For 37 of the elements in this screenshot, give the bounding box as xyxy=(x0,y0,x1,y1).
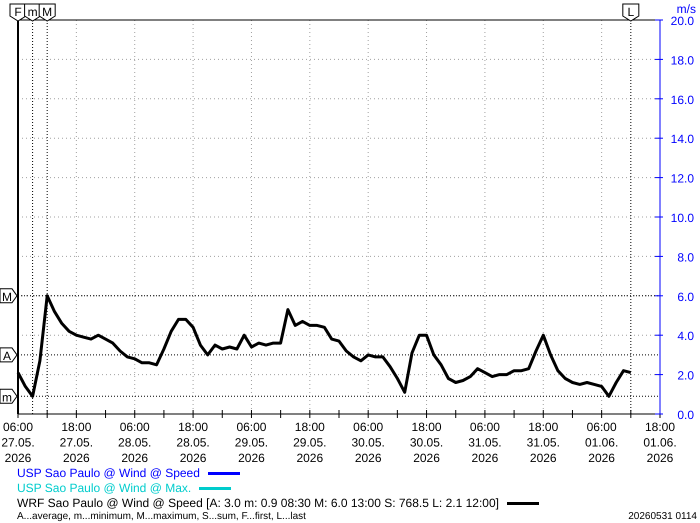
x-tick-label: 18:00 01.06. 2026 xyxy=(643,420,677,465)
x-tick-label: 18:00 30.05. 2026 xyxy=(410,420,444,465)
x-tick-label: 06:00 30.05. 2026 xyxy=(352,420,385,465)
x-tick-label: 18:00 31.05. 2026 xyxy=(526,420,560,465)
y-tick-label: 8.0 xyxy=(677,250,694,264)
y-tick-label: 6.0 xyxy=(677,290,694,304)
y-tick-label: 18.0 xyxy=(670,53,694,68)
x-tick-label: 18:00 27.05. 2026 xyxy=(60,420,94,465)
y-tick-label: 2.0 xyxy=(677,368,694,383)
x-tick-label: 06:00 01.06. 2026 xyxy=(584,420,618,465)
annotation: m xyxy=(2,390,12,404)
x-tick-label: 06:00 31.05. 2026 xyxy=(468,420,502,465)
x-tick-label: 18:00 28.05. 2026 xyxy=(176,420,210,465)
y-tick-label: 10.0 xyxy=(670,211,694,225)
marker-flag: A xyxy=(0,347,18,363)
marker-flag: m xyxy=(0,388,18,404)
annotation: A xyxy=(2,348,12,363)
y-tick-label: 14.0 xyxy=(670,132,694,146)
legend-label: USP Sao Paulo @ Wind @ Speed xyxy=(17,466,200,481)
marker-flag: M xyxy=(0,288,18,304)
annotation: M xyxy=(2,290,12,304)
marker-flag: L xyxy=(622,4,640,22)
legend-label: USP Sao Paulo @ Wind @ Max. xyxy=(17,481,192,496)
y-tick-label: 0.0 xyxy=(677,408,694,422)
x-tick-label: 06:00 28.05. 2026 xyxy=(118,420,152,465)
y-tick-label: 16.0 xyxy=(670,92,694,107)
x-tick-label: 06:00 29.05. 2026 xyxy=(234,420,268,465)
unit-label: m/s xyxy=(676,2,696,16)
marker-flag: M xyxy=(38,4,56,22)
x-tick-label: 06:00 27.05. 2026 xyxy=(1,420,35,465)
y-tick-label: 20.0 xyxy=(670,14,694,28)
x-tick-label: 18:00 29.05. 2026 xyxy=(293,420,326,465)
footnote: A...average, m...minimum, M...maximum, S...sum, F...first, L...last xyxy=(17,511,306,523)
y-tick-label: 12.0 xyxy=(670,172,694,186)
legend-label: WRF Sao Paulo @ Wind @ Speed [A: 3.0 m: 0.9 08:30 M: 6.0 13:00 S: 768.5 L: 2.1 12:00] xyxy=(17,496,499,511)
y-tick-label: 4.0 xyxy=(677,329,694,344)
timestamp: 20260531 0114 xyxy=(628,511,697,523)
